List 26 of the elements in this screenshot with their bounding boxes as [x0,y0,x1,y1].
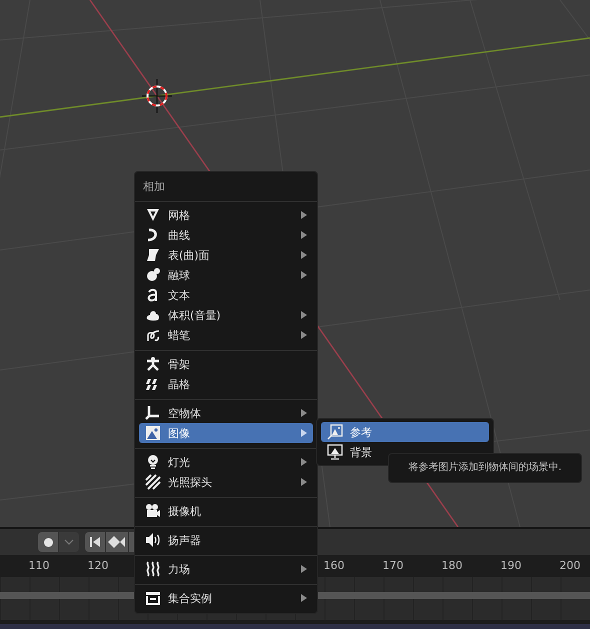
frame-number: 160 [322,559,346,572]
menu-item[interactable]: 体积(音量) [139,305,313,325]
menu-item[interactable]: 灯光 [139,452,313,472]
menu-item[interactable]: 表(曲)面 [139,245,313,265]
frame-number: 180 [440,559,464,572]
menu-item[interactable]: 力场 [139,559,313,579]
menu-item[interactable]: 骨架 [139,354,313,374]
menu-item[interactable]: 集合实例 [139,588,313,608]
menu-item[interactable]: 空物体 [139,403,313,423]
menu-item[interactable]: 摄像机 [139,501,313,521]
menu-item[interactable]: 网格 [139,205,313,225]
tooltip: 将参考图片添加到物体间的场景中. [388,453,582,483]
frame-number: 120 [86,559,110,572]
frame-number: 190 [500,559,522,572]
menu-item[interactable]: 晶格 [139,374,313,394]
menu-item[interactable]: 光照探头 [139,472,313,492]
menu-item[interactable]: 曲线 [139,225,313,245]
frame-number: 170 [382,559,404,572]
menu-item[interactable]: 图像 [139,423,313,443]
menu-item[interactable]: 文本 [139,285,313,305]
menu-item[interactable]: 融球 [139,265,313,285]
menu-title: 相加 [142,179,166,195]
menu-item[interactable]: 蜡笔 [139,325,313,345]
menu-item[interactable]: 参考 [321,422,489,442]
frame-number: 200 [558,559,582,572]
frame-number: 110 [28,559,50,572]
